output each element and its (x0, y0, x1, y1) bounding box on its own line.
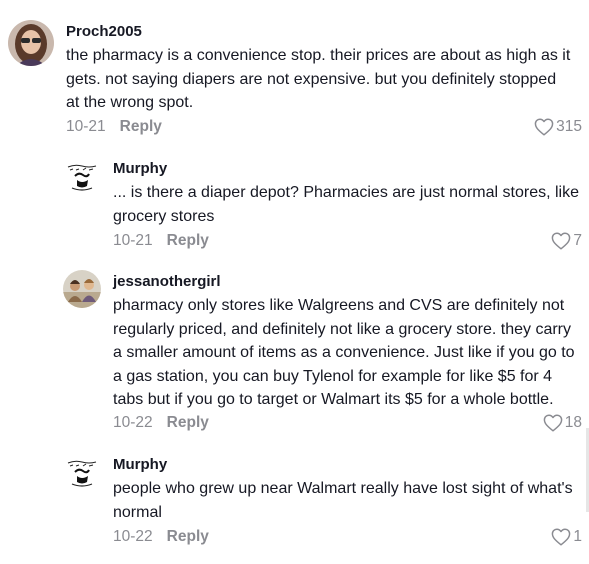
comment-text: people who grew up near Walmart really h… (113, 480, 573, 521)
heart-outline-icon (552, 528, 571, 546)
like-button[interactable]: 315 (534, 118, 582, 136)
comment-text: ... is there a diaper depot? Pharmacies … (113, 184, 579, 225)
comment-meta: 10-22 Reply (113, 528, 209, 546)
avatar[interactable] (63, 454, 101, 492)
avatar[interactable] (8, 20, 54, 66)
user-photo-avatar-icon (8, 20, 54, 66)
comment-meta: 10-21 Reply (66, 118, 162, 136)
reply-button[interactable]: Reply (167, 232, 209, 249)
reply-button[interactable]: Reply (167, 414, 209, 431)
reply-button[interactable]: Reply (167, 528, 209, 545)
avatar[interactable] (63, 270, 101, 308)
avatar[interactable] (63, 158, 101, 196)
comment-username[interactable]: jessanothergirl (113, 273, 221, 290)
comment-username[interactable]: Murphy (113, 160, 167, 177)
sketch-logo-avatar-icon (63, 454, 101, 492)
comment-meta: 10-22 Reply (113, 414, 209, 432)
like-button[interactable]: 18 (543, 414, 582, 432)
like-count: 7 (573, 232, 582, 249)
comment-date: 10-21 (113, 232, 153, 249)
like-count: 1 (573, 528, 582, 545)
heart-outline-icon (543, 414, 563, 432)
like-count: 18 (564, 414, 582, 431)
like-button[interactable]: 7 (551, 232, 582, 250)
heart-outline-icon (534, 118, 554, 136)
comment-date: 10-22 (113, 528, 153, 545)
comment-meta: 10-21 Reply (113, 232, 209, 250)
comment-username[interactable]: Proch2005 (66, 23, 142, 40)
comment-text: pharmacy only stores like Walgreens and … (113, 297, 575, 408)
comment-text: the pharmacy is a convenience stop. thei… (66, 47, 571, 111)
comment-username[interactable]: Murphy (113, 456, 167, 473)
heart-outline-icon (552, 232, 571, 250)
comment-date: 10-22 (113, 414, 153, 431)
reply-button[interactable]: Reply (120, 118, 162, 135)
like-button[interactable]: 1 (551, 528, 582, 546)
comment-date: 10-21 (66, 118, 106, 135)
like-count: 315 (556, 118, 582, 135)
sketch-logo-avatar-icon (63, 158, 101, 196)
group-photo-avatar-icon (63, 270, 101, 308)
